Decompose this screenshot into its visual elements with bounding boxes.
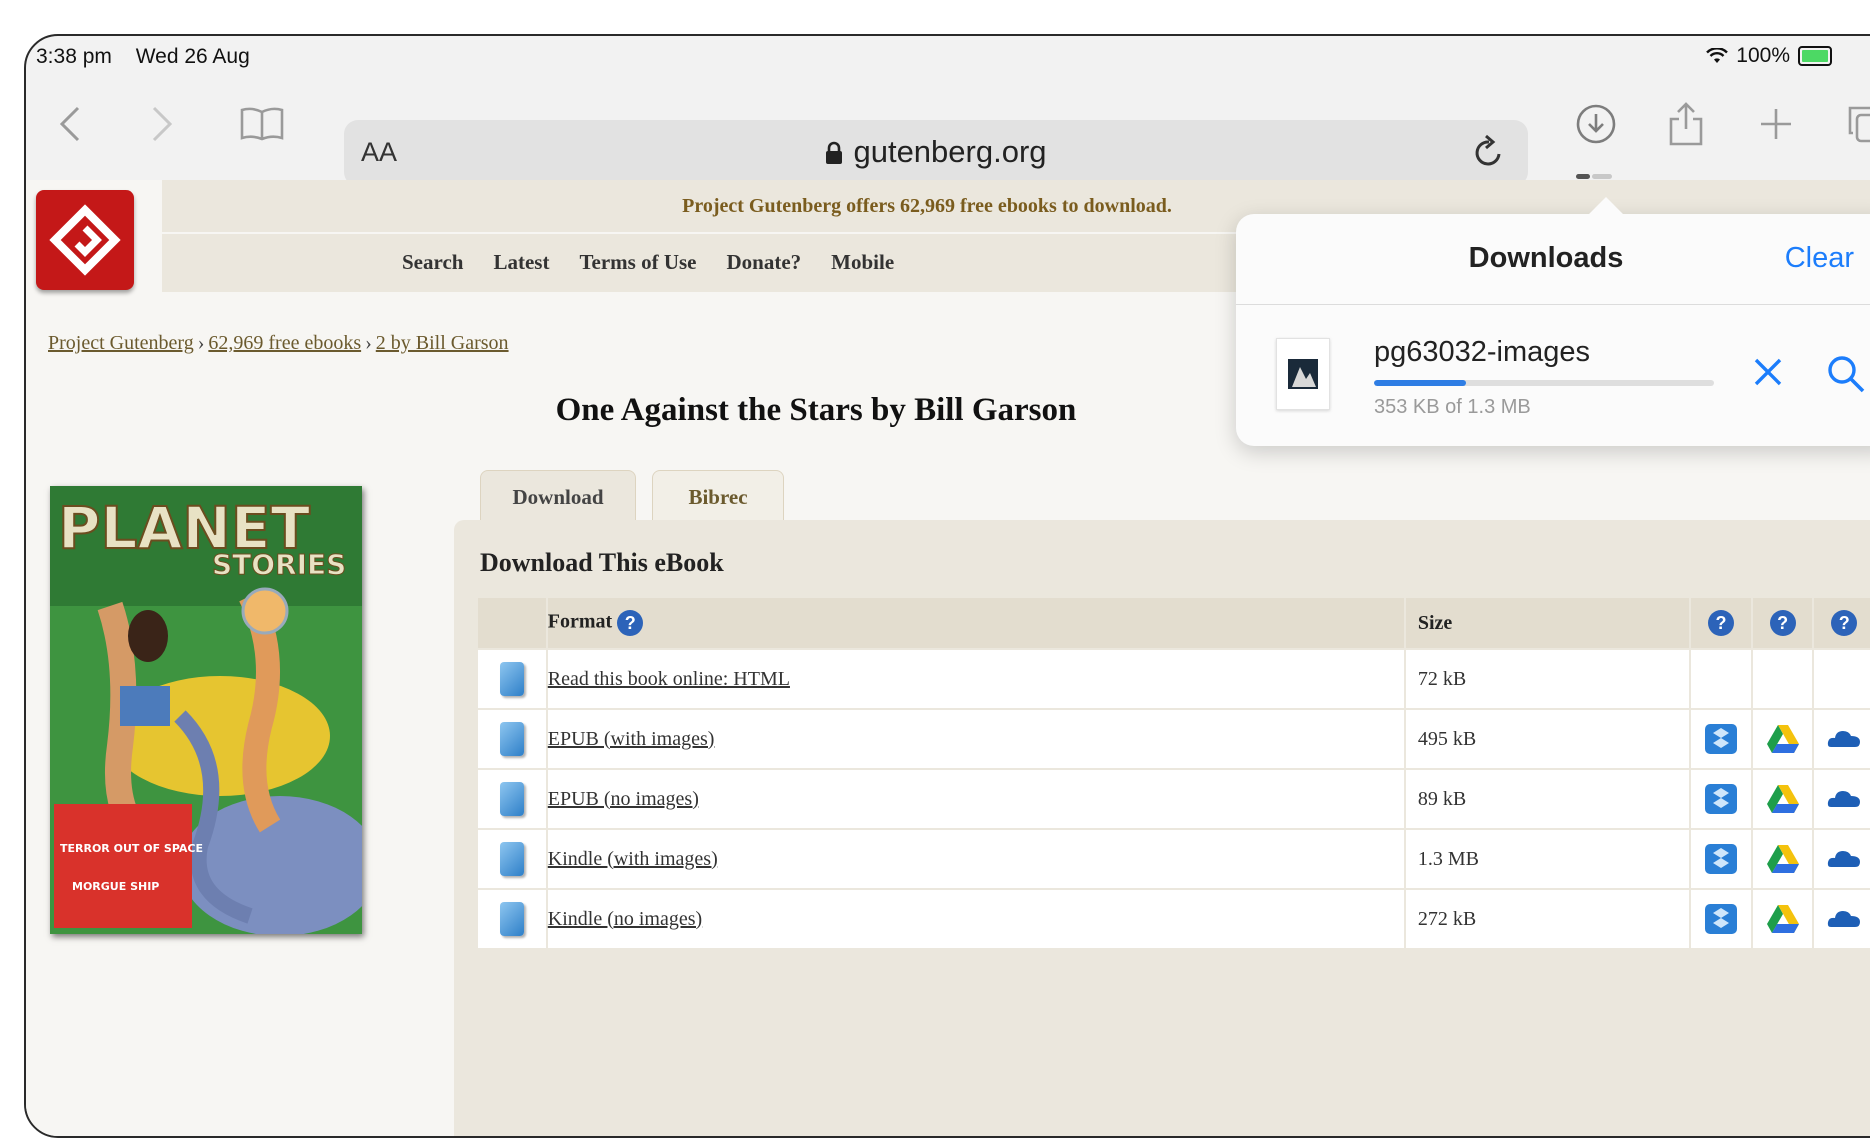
format-help-icon[interactable]: ? [617,610,644,636]
tab-bibrec[interactable]: Bibrec [652,470,784,523]
format-link[interactable]: EPUB (with images) [548,728,715,750]
downloads-popover-title: Downloads [1468,242,1624,274]
file-size: 89 kB [1404,769,1692,830]
book-icon [499,842,524,876]
format-link[interactable]: Kindle (no images) [548,908,702,930]
google-drive-icon[interactable] [1766,843,1800,875]
cover-subhead: STORIES [212,548,346,581]
nav-latest[interactable]: Latest [493,250,549,275]
onedrive-help-icon[interactable]: ? [1831,610,1858,636]
book-icon [499,662,524,696]
breadcrumb-link-home[interactable]: Project Gutenberg [48,332,194,354]
nav-donate[interactable]: Donate? [727,250,802,275]
book-icon [499,722,524,756]
address-bar[interactable]: AA gutenberg.org [344,120,1528,186]
table-row: Read this book online: HTML 72 kB [478,649,1870,710]
bookmarks-button[interactable] [232,94,292,154]
cover-blurb: TERROR OUT OF SPACE [60,842,203,855]
file-size: 495 kB [1404,709,1692,770]
breadcrumb-link-ebooks[interactable]: 62,969 free ebooks [208,332,361,354]
open-book-icon [240,107,284,141]
download-panel-title: Download This eBook [480,548,724,577]
nav-search[interactable]: Search [402,250,463,275]
table-row: Kindle (no images) 272 kB [478,889,1870,950]
dropbox-icon[interactable] [1704,843,1738,875]
onedrive-icon[interactable] [1827,783,1861,815]
dropbox-icon[interactable] [1704,723,1738,755]
google-drive-icon[interactable] [1766,903,1800,935]
reload-icon[interactable] [1472,134,1506,170]
download-file-name: pg63032-images [1374,336,1591,368]
cover-blurb-2: MORGUE SHIP [72,880,159,893]
project-gutenberg-logo[interactable] [36,190,134,290]
site-nav: Search Latest Terms of Use Donate? Mobil… [402,250,894,275]
wifi-icon [1706,48,1729,63]
share-button[interactable] [1656,94,1716,154]
table-row: Kindle (with images) 1.3 MB [478,829,1870,890]
dropbox-icon[interactable] [1704,783,1738,815]
chevron-left-icon [59,106,80,142]
google-drive-icon[interactable] [1766,723,1800,755]
forward-button[interactable] [132,94,192,154]
share-icon [1669,102,1703,146]
plus-icon [1761,109,1791,139]
book-icon [499,782,524,816]
download-progress-bar [1374,380,1714,386]
battery-icon [1798,46,1832,66]
onedrive-icon[interactable] [1827,723,1861,755]
dropbox-help-icon[interactable]: ? [1708,610,1734,636]
download-progress-text: 353 KB of 1.3 MB [1374,396,1531,418]
show-in-files-icon[interactable] [1826,354,1866,394]
tab-download[interactable]: Download [480,470,636,523]
download-file-thumbnail [1276,338,1330,410]
download-progress-fill [1374,380,1466,386]
format-link[interactable]: EPUB (no images) [548,788,699,810]
status-time: 3:38 pm [36,45,112,68]
new-tab-button[interactable] [1746,94,1806,154]
file-size: 1.3 MB [1404,829,1692,890]
size-column-header: Size [1404,598,1692,650]
clear-downloads-button[interactable]: Clear [1785,242,1854,275]
onedrive-icon[interactable] [1827,843,1861,875]
downloads-button[interactable] [1566,94,1626,154]
safari-toolbar: AA gutenberg.org [26,76,1870,186]
format-link[interactable]: Read this book online: HTML [548,668,790,690]
format-column-header: Format [547,610,613,633]
status-bar: 3:38 pm Wed 26 Aug 100% [26,36,1870,76]
table-row: EPUB (no images) 89 kB [478,769,1870,830]
image-file-icon [1288,359,1318,389]
breadcrumb: Project Gutenberg › 62,969 free ebooks › 2 b… [48,332,509,354]
status-date: Wed 26 Aug [135,45,250,68]
gutenberg-logo-icon [49,204,121,276]
onedrive-icon[interactable] [1827,903,1861,935]
tabs-overview-button[interactable] [1836,94,1870,154]
downloads-popover: Downloads Clear pg63032-images 353 KB of… [1236,214,1870,446]
chevron-right-icon [152,106,173,142]
table-header-row: Format ? Size ? ? ? [478,598,1870,650]
download-panel: Download This eBook Format ? Size ? ? ? [454,520,1870,1136]
battery-percent: 100% [1736,44,1790,67]
back-button[interactable] [40,94,100,154]
format-link[interactable]: Kindle (with images) [548,848,718,870]
table-row: EPUB (with images) 495 kB [478,709,1870,770]
gdrive-help-icon[interactable]: ? [1769,610,1796,636]
book-icon [499,902,524,936]
download-formats-table: Format ? Size ? ? ? Read this book onlin… [478,598,1870,950]
google-drive-icon[interactable] [1766,783,1800,815]
book-cover-image: PLANET STORIES TERROR OUT OF SPACE MORGU… [50,486,362,934]
url-text: gutenberg.org [853,134,1047,169]
cancel-download-icon[interactable] [1750,354,1786,390]
nav-terms-of-use[interactable]: Terms of Use [579,250,696,275]
nav-mobile[interactable]: Mobile [831,250,894,275]
dropbox-icon[interactable] [1704,903,1738,935]
file-size: 72 kB [1404,649,1692,710]
tabs-icon [1848,106,1870,143]
lock-icon [826,141,843,164]
breadcrumb-link-author[interactable]: 2 by Bill Garson [376,332,509,354]
download-circle-icon [1576,104,1616,144]
ipad-screen: 3:38 pm Wed 26 Aug 100% AA gutenberg.org [24,34,1870,1138]
file-size: 272 kB [1404,889,1692,950]
